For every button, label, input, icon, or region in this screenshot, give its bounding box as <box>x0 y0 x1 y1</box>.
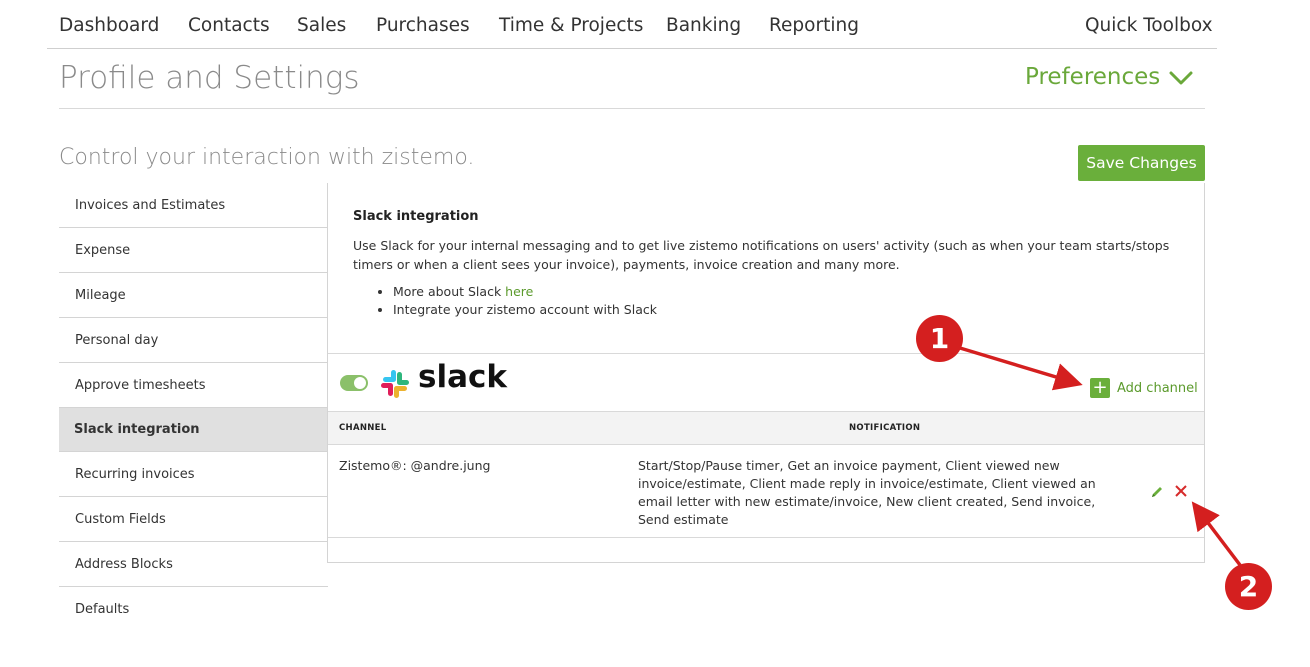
nav-purchases[interactable]: Purchases <box>376 15 470 36</box>
preferences-dropdown[interactable]: Preferences <box>1025 64 1193 90</box>
slack-integration-panel: Slack integration Use Slack for your int… <box>327 183 1205 563</box>
slack-wordmark: slack <box>418 359 507 395</box>
save-changes-button[interactable]: Save Changes <box>1078 145 1205 181</box>
slack-intro: Slack integration Use Slack for your int… <box>353 209 1183 319</box>
nav-sales[interactable]: Sales <box>297 15 346 36</box>
preferences-label: Preferences <box>1025 64 1161 90</box>
add-channel-label: Add channel <box>1117 381 1198 396</box>
bullet-more-about: More about Slack here <box>393 283 1183 301</box>
sidebar-item-custom-fields[interactable]: Custom Fields <box>59 497 328 542</box>
page-title: Profile and Settings <box>59 60 360 96</box>
settings-sidebar: Invoices and Estimates Expense Mileage P… <box>59 183 328 632</box>
annotation-badge-2: 2 <box>1225 563 1272 610</box>
pencil-edit-icon[interactable] <box>1150 485 1164 499</box>
slack-logo-icon <box>381 370 409 398</box>
channel-cell: Zistemo®: @andre.jung <box>339 458 491 473</box>
annotation-badge-1: 1 <box>916 315 963 362</box>
nav-contacts[interactable]: Contacts <box>188 15 270 36</box>
sidebar-item-expense[interactable]: Expense <box>59 228 328 273</box>
chevron-down-icon <box>1169 71 1193 85</box>
bullet-integrate: Integrate your zistemo account with Slac… <box>393 301 1183 319</box>
sidebar-item-mileage[interactable]: Mileage <box>59 273 328 318</box>
nav-banking[interactable]: Banking <box>666 15 741 36</box>
bullet-more-about-text: More about Slack <box>393 284 506 299</box>
sidebar-item-approve-timesheets[interactable]: Approve timesheets <box>59 363 328 408</box>
slack-enable-toggle[interactable] <box>340 375 368 391</box>
more-about-slack-link[interactable]: here <box>505 284 533 299</box>
sidebar-item-address-blocks[interactable]: Address Blocks <box>59 542 328 587</box>
slack-bullets: More about Slack here Integrate your zis… <box>353 283 1183 319</box>
plus-icon: + <box>1090 378 1110 398</box>
slack-description: Use Slack for your internal messaging an… <box>353 238 1170 272</box>
sidebar-item-invoices-estimates[interactable]: Invoices and Estimates <box>59 183 328 228</box>
column-header-notification: NOTIFICATION <box>849 423 921 433</box>
column-header-channel: CHANNEL <box>339 423 387 433</box>
nav-time-projects[interactable]: Time & Projects <box>499 15 643 36</box>
top-navigation: Dashboard Contacts Sales Purchases Time … <box>47 0 1217 49</box>
nav-quick-toolbox[interactable]: Quick Toolbox <box>1085 15 1213 36</box>
panel-divider <box>328 353 1204 354</box>
notification-cell: Start/Stop/Pause timer, Get an invoice p… <box>638 458 1096 527</box>
header-divider <box>59 108 1205 109</box>
table-row: Zistemo®: @andre.jung Start/Stop/Pause t… <box>328 445 1204 538</box>
nav-reporting[interactable]: Reporting <box>769 15 859 36</box>
delete-x-icon[interactable] <box>1174 484 1188 498</box>
toggle-knob <box>354 377 366 389</box>
sidebar-item-slack-integration[interactable]: Slack integration <box>59 408 328 452</box>
sidebar-item-defaults[interactable]: Defaults <box>59 587 328 632</box>
page-subtitle: Control your interaction with zistemo. <box>59 145 475 170</box>
nav-dashboard[interactable]: Dashboard <box>59 15 159 36</box>
table-header: CHANNEL NOTIFICATION <box>328 411 1204 445</box>
sidebar-item-recurring-invoices[interactable]: Recurring invoices <box>59 452 328 497</box>
sidebar-item-personal-day[interactable]: Personal day <box>59 318 328 363</box>
section-title: Slack integration <box>353 209 479 224</box>
